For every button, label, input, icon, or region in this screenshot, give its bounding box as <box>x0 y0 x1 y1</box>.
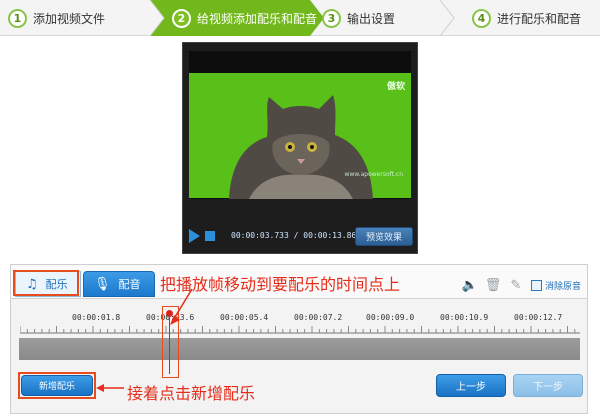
timeline-ruler[interactable] <box>20 326 580 334</box>
step-2[interactable]: 2 给视频添加配乐和配音 <box>172 8 317 28</box>
step-1-label: 添加视频文件 <box>33 11 106 26</box>
step-2-label: 给视频添加配乐和配音 <box>197 11 318 26</box>
player-controls: 00:00:03.733 / 00:00:13.866 预览效果 <box>183 223 417 251</box>
step-3-number: 3 <box>322 8 341 28</box>
timeline-label: 00:00:09.0 <box>366 313 415 322</box>
step-3-label: 输出设置 <box>347 11 396 26</box>
delete-icon[interactable]: 🗑 <box>485 277 502 293</box>
timeline-label: 00:00:12.7 <box>514 313 563 322</box>
playhead-handle[interactable] <box>166 310 173 317</box>
playhead-line[interactable] <box>169 316 170 374</box>
clean-icon[interactable]: ✎ <box>508 277 524 293</box>
watermark-url: www.apowersoft.cn <box>344 171 403 178</box>
timeline-labels: 00:00:01.8 00:00:03.6 00:00:05.4 00:00:0… <box>0 313 600 325</box>
remove-audio-label: 消除原音 <box>545 281 582 292</box>
annotation-move-playhead: 把播放帧移动到要配乐的时间点上 <box>160 275 401 294</box>
video-frame[interactable]: 傲软 www.apowersoft.cn <box>189 51 411 199</box>
timeline-label: 00:00:07.2 <box>294 313 343 322</box>
play-icon[interactable] <box>189 229 200 243</box>
app-window: 1 添加视频文件 2 给视频添加配乐和配音 3 输出设置 4 进行配乐和配音 傲… <box>0 0 600 419</box>
volume-icon[interactable]: 🔈 <box>462 277 478 293</box>
time-current: 00:00:03.733 <box>231 231 289 240</box>
step-2-number: 2 <box>172 8 191 28</box>
timeline-label: 00:00:10.9 <box>440 313 489 322</box>
audio-track[interactable] <box>19 338 580 360</box>
add-music-button[interactable]: 新增配乐 <box>21 375 93 396</box>
timeline-label: 00:00:01.8 <box>72 313 121 322</box>
next-button[interactable]: 下一步 <box>513 374 583 397</box>
video-player: 傲软 www.apowersoft.cn 00:00:03.733 / 00:0… <box>182 42 418 254</box>
step-3[interactable]: 3 输出设置 <box>322 8 395 28</box>
preview-button[interactable]: 预览效果 <box>355 227 413 246</box>
remove-audio-checkbox[interactable] <box>531 279 542 291</box>
microphone-icon: 🎙 <box>94 276 111 292</box>
prev-button[interactable]: 上一步 <box>436 374 506 397</box>
step-1[interactable]: 1 添加视频文件 <box>8 8 105 28</box>
timeline-label: 00:00:05.4 <box>220 313 269 322</box>
step-4-label: 进行配乐和配音 <box>497 11 582 26</box>
step-bar: 1 添加视频文件 2 给视频添加配乐和配音 3 输出设置 4 进行配乐和配音 <box>0 0 600 36</box>
watermark-logo: 傲软 <box>386 82 405 92</box>
music-tab-highlight <box>13 270 79 296</box>
step-1-number: 1 <box>8 8 27 28</box>
stop-icon[interactable] <box>205 231 215 241</box>
tab-voice-label: 配音 <box>118 278 141 291</box>
tab-voice[interactable]: 🎙 配音 <box>83 271 155 297</box>
step-4-number: 4 <box>472 8 491 28</box>
time-total: 00:00:13.866 <box>303 231 362 240</box>
step-4[interactable]: 4 进行配乐和配音 <box>472 8 581 28</box>
time-separator: / <box>288 231 304 240</box>
audio-tools: 🔈 🗑 ✎ 消除原音 <box>462 276 581 294</box>
timecode: 00:00:03.733 / 00:00:13.866 <box>231 231 361 240</box>
annotation-click-add: 接着点击新增配乐 <box>127 384 256 403</box>
